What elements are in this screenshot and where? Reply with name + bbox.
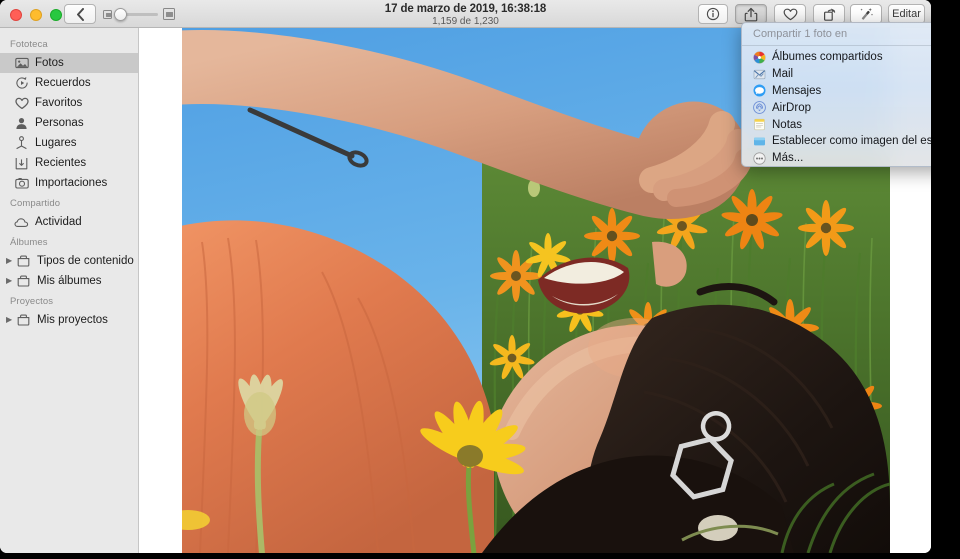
sidebar-section-fototeca-title: Fototeca <box>10 39 48 50</box>
sidebar-item-favoritos[interactable]: Favoritos <box>0 93 138 113</box>
menu-separator <box>742 45 931 46</box>
favorite-button[interactable] <box>774 4 806 24</box>
info-circle-icon <box>706 7 720 21</box>
folder-icon <box>16 254 31 269</box>
enhance-button[interactable] <box>850 4 882 24</box>
sidebar-item-lugares[interactable]: Lugares <box>0 133 138 153</box>
share-menu-item-mensajes[interactable]: Mensajes <box>742 83 931 100</box>
sidebar-section-proyectos-title: Proyectos <box>10 296 54 307</box>
share-menu-item-label: Notas <box>772 118 803 131</box>
sidebar-item-mis-albumes[interactable]: ▶ Mis álbumes <box>0 271 138 291</box>
map-pin-icon <box>14 136 29 151</box>
share-icon <box>744 7 758 22</box>
sidebar-item-mis-proyectos[interactable]: ▶ Mis proyectos <box>0 310 138 330</box>
share-menu-item-mas[interactable]: Más... <box>742 150 931 166</box>
maximize-window-button[interactable] <box>50 9 62 21</box>
sidebar-item-label: Importaciones <box>35 177 108 189</box>
sidebar-item-label: Recientes <box>35 157 87 169</box>
share-menu-item-notas[interactable]: Notas <box>742 116 931 133</box>
share-menu-item-label: Más... <box>772 152 804 165</box>
sidebar-item-label: Personas <box>35 117 84 129</box>
more-ellipsis-icon <box>753 152 766 165</box>
sidebar: Fototeca Fotos Recuerdos Favoritos Perso… <box>0 28 139 553</box>
share-menu-item-label: Mensajes <box>772 84 822 97</box>
sidebar-item-label: Actividad <box>35 216 82 228</box>
sidebar-item-personas[interactable]: Personas <box>0 113 138 133</box>
chevron-right-icon[interactable]: ▶ <box>6 277 15 285</box>
large-thumbnail-icon <box>163 8 175 20</box>
share-button[interactable] <box>735 4 767 24</box>
thumbnail-size-slider[interactable] <box>103 4 175 24</box>
chevron-right-icon[interactable]: ▶ <box>6 257 15 265</box>
desktop-picture-icon <box>753 135 766 148</box>
share-menu-item-label: Establecer como imagen del escritorio <box>772 135 931 148</box>
sidebar-item-importaciones[interactable]: Importaciones <box>0 173 138 193</box>
sidebar-item-tipos-de-contenido[interactable]: ▶ Tipos de contenido <box>0 251 138 271</box>
sidebar-section-albumes-title: Álbumes <box>10 237 48 248</box>
share-menu-item-label: Mail <box>772 68 794 81</box>
sidebar-item-actividad[interactable]: Actividad <box>0 212 138 232</box>
sidebar-item-label: Favoritos <box>35 97 83 109</box>
share-menu-item-label: Álbumes compartidos <box>772 51 883 64</box>
photos-window: 17 de marzo de 2019, 16:38:18 1,159 de 1… <box>0 0 931 553</box>
shared-albums-icon <box>753 51 766 64</box>
share-menu-header: Compartir 1 foto en <box>753 28 848 40</box>
sidebar-item-label: Tipos de contenido <box>37 255 134 267</box>
notes-icon <box>753 118 766 131</box>
close-window-button[interactable] <box>10 9 22 21</box>
mail-icon <box>753 68 766 81</box>
share-menu-item-establecer-imagen-escritorio[interactable]: Establecer como imagen del escritorio <box>742 133 931 150</box>
sidebar-item-label: Lugares <box>35 137 77 149</box>
person-icon <box>14 116 29 131</box>
camera-icon <box>14 176 29 191</box>
edit-button[interactable]: Editar <box>888 4 925 24</box>
folder-icon <box>16 313 31 328</box>
chevron-right-icon[interactable]: ▶ <box>6 316 15 324</box>
messages-icon <box>753 84 766 97</box>
photo-frame-icon <box>14 56 29 71</box>
sidebar-item-label: Fotos <box>35 57 64 69</box>
share-menu-popup: Compartir 1 foto en Álbumes compartidos <box>741 22 931 167</box>
edit-button-label: Editar <box>892 8 921 20</box>
memories-icon <box>14 76 29 91</box>
magic-wand-icon <box>859 7 874 22</box>
back-button[interactable] <box>64 4 96 24</box>
sidebar-item-fotos[interactable]: Fotos <box>0 53 138 73</box>
sidebar-item-recuerdos[interactable]: Recuerdos <box>0 73 138 93</box>
share-menu-item-mail[interactable]: Mail <box>742 66 931 83</box>
share-menu-item-airdrop[interactable]: AirDrop <box>742 99 931 116</box>
info-button[interactable] <box>698 4 728 24</box>
folder-icon <box>16 274 31 289</box>
heart-icon <box>14 96 29 111</box>
minimize-window-button[interactable] <box>30 9 42 21</box>
sidebar-item-label: Recuerdos <box>35 77 91 89</box>
sidebar-item-recientes[interactable]: Recientes <box>0 153 138 173</box>
sidebar-item-label: Mis proyectos <box>37 314 108 326</box>
share-menu-item-albumes-compartidos[interactable]: Álbumes compartidos <box>742 49 931 66</box>
airdrop-icon <box>753 101 766 115</box>
small-thumbnail-icon <box>103 9 112 19</box>
chevron-left-icon <box>76 7 85 21</box>
heart-icon <box>783 8 798 21</box>
slider-track[interactable] <box>114 7 158 21</box>
sidebar-section-compartido-title: Compartido <box>10 198 61 209</box>
download-box-icon <box>14 156 29 171</box>
slider-knob[interactable] <box>114 7 127 21</box>
sidebar-item-label: Mis álbumes <box>37 275 102 287</box>
cloud-icon <box>14 215 29 230</box>
share-menu-item-label: AirDrop <box>772 101 811 114</box>
rotate-icon <box>822 7 837 22</box>
rotate-button[interactable] <box>813 4 845 24</box>
